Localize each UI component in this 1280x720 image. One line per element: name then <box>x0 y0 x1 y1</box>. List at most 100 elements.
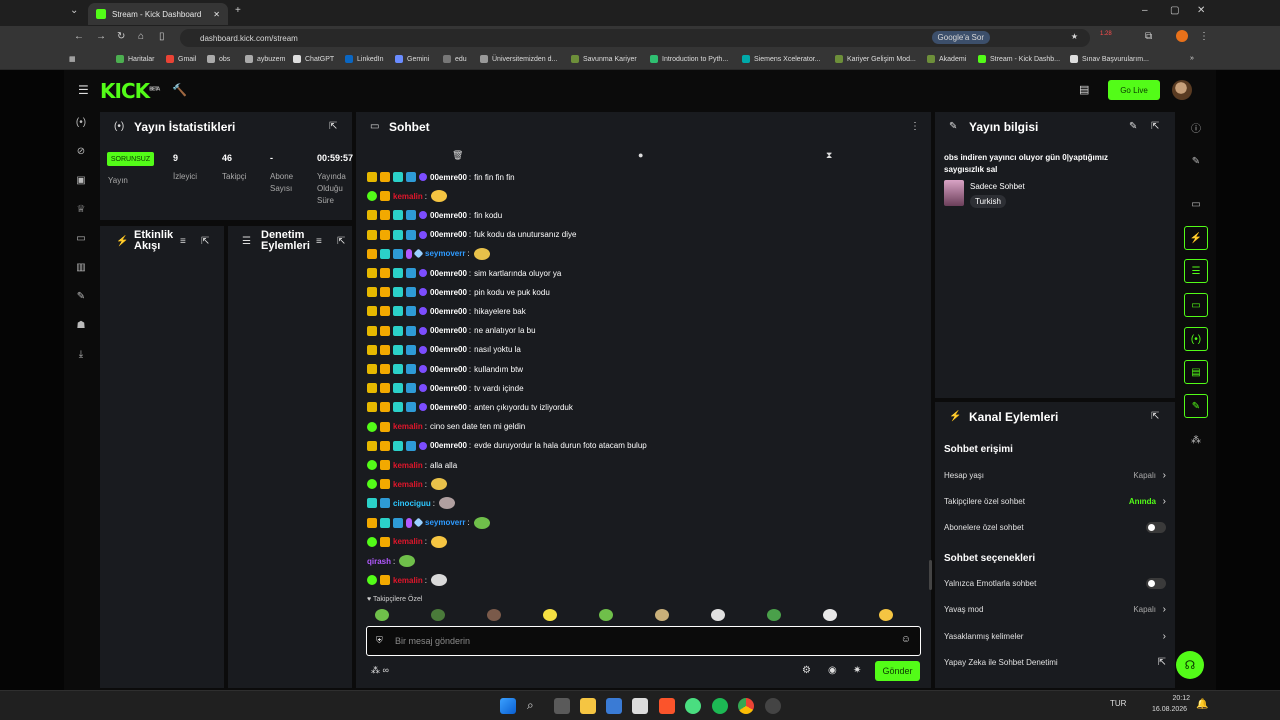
popout-icon[interactable]: ⇱ <box>1151 411 1159 422</box>
bookmark-item[interactable]: Savunma Kariyer <box>571 55 637 63</box>
emote-picker-icon[interactable] <box>655 609 669 621</box>
info-icon[interactable]: ⓘ <box>1184 115 1208 139</box>
extensions-icon[interactable]: ⧉ <box>1145 31 1152 42</box>
bookmark-item[interactable]: Sınav Başvurularım... <box>1070 55 1149 63</box>
chat-message[interactable]: kemalin: <box>367 572 448 588</box>
brave-icon[interactable] <box>659 698 675 714</box>
tab-search-icon[interactable]: ⌄ <box>70 5 78 16</box>
browser-tab-active[interactable]: Stream - Kick Dashboard ✕ <box>88 3 228 25</box>
chat-message[interactable]: kemalin: <box>367 188 448 204</box>
settings-gear-icon[interactable]: ⚙ <box>802 665 811 676</box>
popout-icon[interactable]: ⇱ <box>201 236 209 247</box>
bookmark-item[interactable]: Kariyer Gelişim Mod... <box>835 55 916 63</box>
forward-icon[interactable]: → <box>96 31 106 42</box>
more-bookmarks-icon[interactable]: » <box>1190 55 1194 62</box>
obs-icon[interactable] <box>765 698 781 714</box>
chat-username[interactable]: cinociguu <box>393 499 431 508</box>
emote-picker-icon[interactable] <box>487 609 501 621</box>
analytics-icon[interactable]: ▣ <box>75 175 87 187</box>
emote-picker-icon[interactable] <box>767 609 781 621</box>
app-icon[interactable] <box>685 698 701 714</box>
ai-moderation-row[interactable]: Yapay Zeka ile Sohbet Denetimi ⇱ <box>944 653 1166 671</box>
chat-message[interactable]: kemalin: cino sen date ten mi geldin <box>367 419 525 435</box>
clock-time[interactable]: 20:12 <box>1160 695 1190 702</box>
bookmark-item[interactable]: Stream - Kick Dashb... <box>978 55 1060 63</box>
chat-input[interactable]: ⛨ Bir mesaj gönderin ☺ <box>366 626 921 656</box>
filter-icon[interactable]: ≡ <box>316 236 322 247</box>
chat-message[interactable]: 00emre00: fuk kodu da unutursanız diye <box>367 227 576 243</box>
community-icon[interactable]: ☗ <box>75 320 87 332</box>
chat-username[interactable]: 00emre00 <box>430 173 467 182</box>
file-explorer-icon[interactable] <box>580 698 596 714</box>
chat-username[interactable]: 00emre00 <box>430 384 467 393</box>
bookmark-item[interactable]: Gemini <box>395 55 429 63</box>
chart-icon[interactable]: ▥ <box>75 262 87 274</box>
chat-username[interactable]: 00emre00 <box>430 269 467 278</box>
chat-username[interactable]: qirash <box>367 557 391 566</box>
bookmark-item[interactable]: LinkedIn <box>345 55 383 63</box>
maximize-icon[interactable]: ▢ <box>1170 5 1179 16</box>
avatar[interactable] <box>1172 80 1192 100</box>
extension-badge[interactable]: 1.28 <box>1100 31 1112 37</box>
chat-message[interactable]: 00emre00: sim kartlarında oluyor ya <box>367 265 561 281</box>
popout-icon[interactable]: ⇱ <box>337 236 345 247</box>
chat-username[interactable]: 00emre00 <box>430 345 467 354</box>
chat-message[interactable]: 00emre00: nasıl yoktu la <box>367 342 521 358</box>
chat-username[interactable]: 00emre00 <box>430 230 467 239</box>
bolt-icon[interactable]: ⚡ <box>1184 226 1208 250</box>
store-icon[interactable] <box>606 698 622 714</box>
chat-message[interactable]: kemalin: <box>367 476 448 492</box>
notification-icon[interactable]: 🔔 <box>1196 699 1208 710</box>
filter-icon[interactable]: ≡ <box>180 236 186 247</box>
chat-scrollbar[interactable] <box>929 560 932 590</box>
chat-username[interactable]: kemalin <box>393 192 423 201</box>
chat-username[interactable]: seymoverr <box>425 249 465 258</box>
emote-picker-icon[interactable] <box>711 609 725 621</box>
chat-message[interactable]: 00emre00: hikayelere bak <box>367 303 526 319</box>
chat-message[interactable]: 00emre00: anten çıkıyordu tv izliyorduk <box>367 399 573 415</box>
popout-icon[interactable]: ⇱ <box>329 121 337 132</box>
kick-logo[interactable]: KICKBETA <box>100 79 160 103</box>
chat-message[interactable]: kemalin: <box>367 534 448 550</box>
chat-message[interactable]: 00emre00: fin fin fin fin <box>367 169 515 185</box>
stream-icon[interactable]: (•) <box>75 117 87 129</box>
emote-only-toggle[interactable] <box>1146 577 1166 589</box>
chat-message[interactable]: kemalin: alla alla <box>367 457 457 473</box>
emote-picker-icon[interactable] <box>431 609 445 621</box>
chat-icon[interactable]: ▭ <box>1184 293 1208 317</box>
chat-message[interactable]: seymoverr: <box>367 515 490 531</box>
menu-icon[interactable]: ☰ <box>78 83 89 97</box>
chat-username[interactable]: 00emre00 <box>430 288 467 297</box>
chat-bubble-icon[interactable]: ◉ <box>828 665 837 676</box>
wallet-icon[interactable]: ▭ <box>1184 192 1208 216</box>
emote-picker-icon[interactable] <box>375 609 389 621</box>
bookmark-item[interactable]: Akademi <box>927 55 966 63</box>
bookmark-item[interactable]: Siemens Xcelerator... <box>742 55 821 63</box>
wallet-icon[interactable]: ▭ <box>75 233 87 245</box>
trophy-icon[interactable]: ♕ <box>75 204 87 216</box>
chat-message[interactable]: 00emre00: kullandım btw <box>367 361 523 377</box>
chat-message[interactable]: 00emre00: ne anlatıyor la bu <box>367 323 536 339</box>
bookmark-item[interactable]: Introduction to Pyth... <box>650 55 728 63</box>
reload-icon[interactable]: ↻ <box>117 31 125 42</box>
language-indicator[interactable]: TUR <box>1110 699 1126 708</box>
bookmark-item[interactable]: edu <box>443 55 467 63</box>
chat-message[interactable]: 00emre00: pin kodu ve puk kodu <box>367 284 550 300</box>
layout-icon[interactable]: ▤ <box>1184 360 1208 384</box>
send-button[interactable]: Gönder <box>875 661 920 681</box>
chat-message[interactable]: 00emre00: evde duruyordur la hala durun f… <box>367 438 647 454</box>
home-icon[interactable]: ⌂ <box>138 31 144 42</box>
slow-mode-row[interactable]: Yavaş mod Kapalı › <box>944 600 1166 618</box>
search-icon[interactable]: ⌕ <box>527 698 543 714</box>
studio-icon[interactable]: ▤ <box>1079 83 1089 96</box>
chat-username[interactable]: seymoverr <box>425 518 465 527</box>
chat-username[interactable]: 00emre00 <box>430 441 467 450</box>
trash-icon[interactable]: 🗑 <box>452 150 463 161</box>
chat-username[interactable]: 00emre00 <box>430 365 467 374</box>
chat-menu-icon[interactable]: ⋮ <box>910 121 920 132</box>
category-name[interactable]: Sadece Sohbet <box>970 182 1025 191</box>
chat-username[interactable]: kemalin <box>393 422 423 431</box>
chat-username[interactable]: 00emre00 <box>430 211 467 220</box>
task-view-icon[interactable] <box>554 698 570 714</box>
stream-icon[interactable]: (•) <box>1184 327 1208 351</box>
